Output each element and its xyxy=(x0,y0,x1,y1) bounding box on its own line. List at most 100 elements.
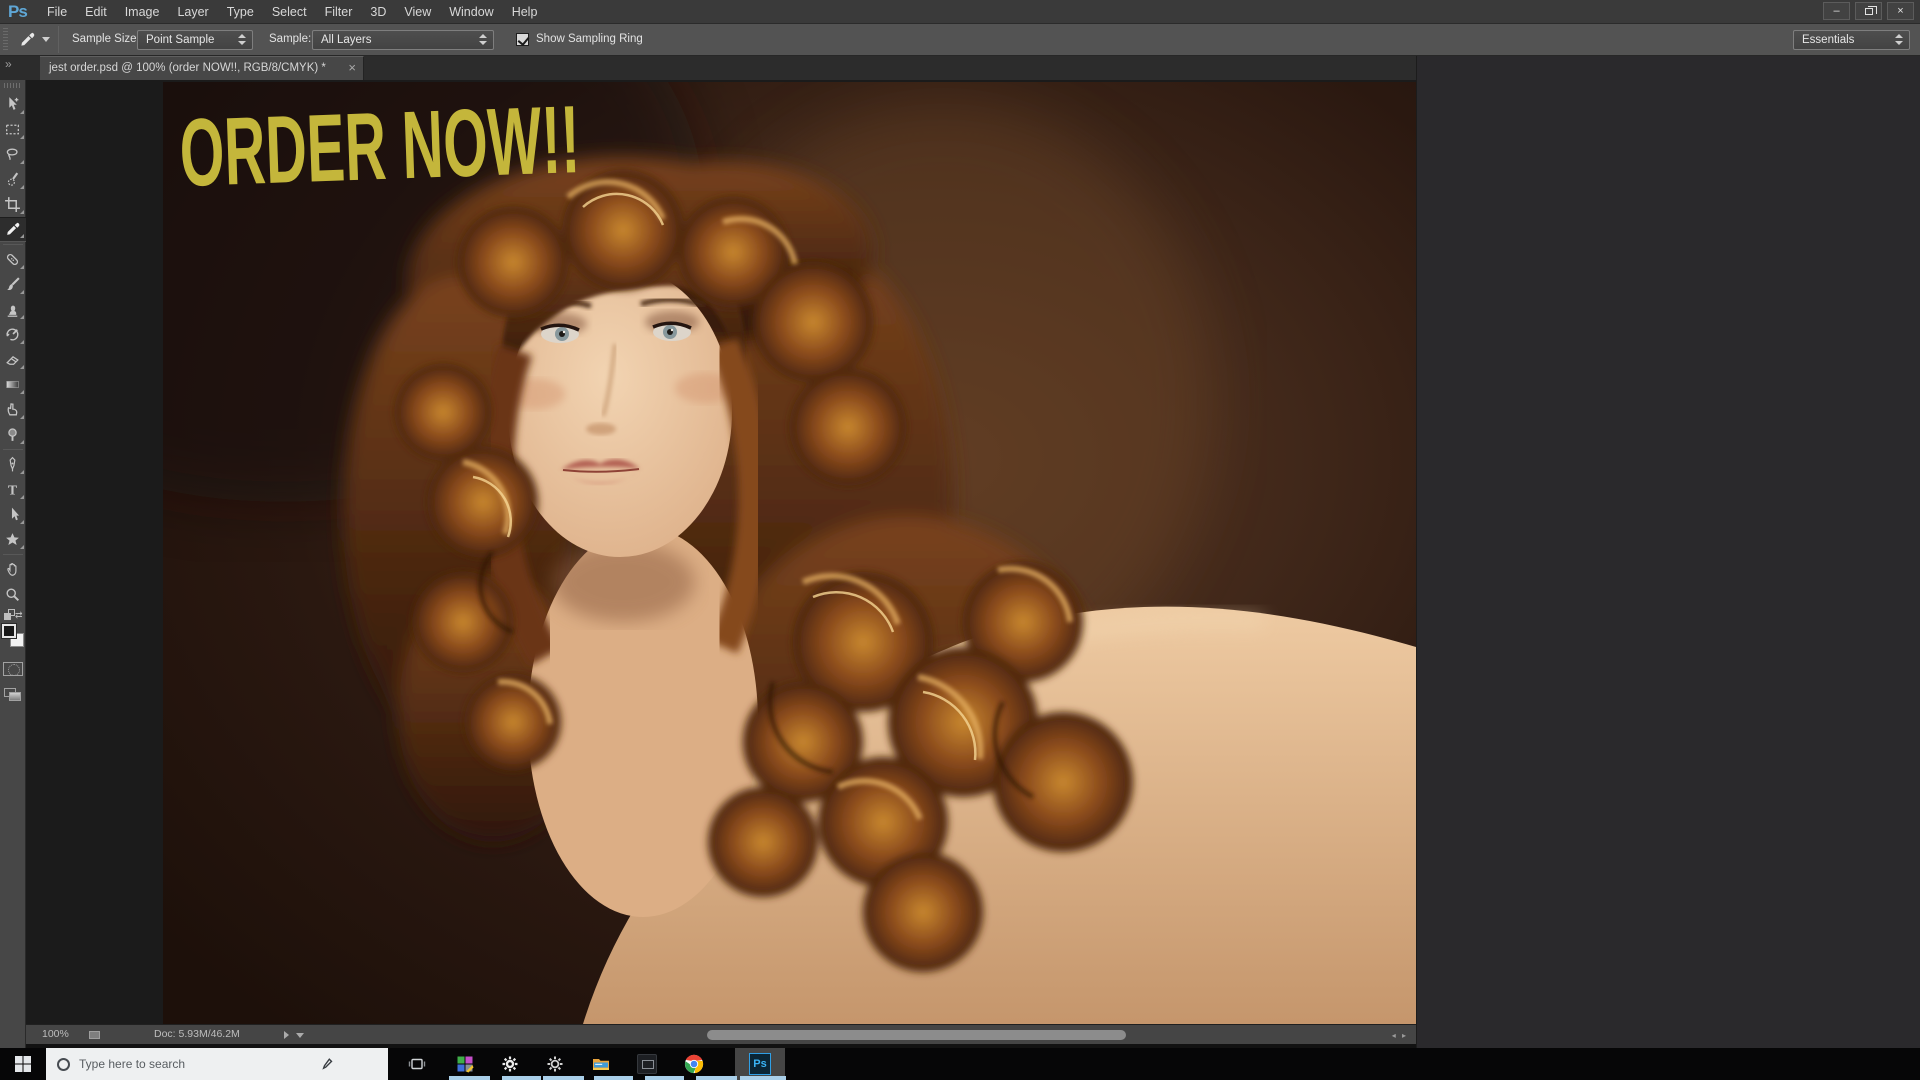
sample-size-value: Point Sample xyxy=(146,31,214,49)
tool-brush[interactable] xyxy=(0,272,26,297)
file-explorer-icon xyxy=(591,1055,611,1073)
tool-eraser[interactable] xyxy=(0,347,26,372)
eyedropper-tool-icon[interactable] xyxy=(14,28,40,52)
chrome-icon xyxy=(684,1054,704,1074)
tool-custom-shape[interactable] xyxy=(0,527,26,552)
zoom-level-field[interactable]: 100% xyxy=(42,1025,69,1044)
toolbar-grip[interactable] xyxy=(4,83,22,88)
tool-path-selection[interactable] xyxy=(0,502,26,527)
photoshop-taskbar-icon: Ps xyxy=(749,1053,771,1075)
portrait-illustration: ORDER NOW!! xyxy=(163,82,1416,1024)
start-button[interactable] xyxy=(0,1048,46,1080)
gear-icon xyxy=(501,1055,519,1073)
menu-layer[interactable]: Layer xyxy=(168,0,217,24)
document-sizes: Doc: 5.93M/46.2M xyxy=(154,1025,240,1044)
menu-window[interactable]: Window xyxy=(440,0,502,24)
toolbar-separator xyxy=(3,554,23,555)
foreground-color-swatch[interactable] xyxy=(2,624,16,638)
gear-icon xyxy=(546,1055,564,1073)
color-swatches xyxy=(1,624,25,648)
tool-gradient[interactable] xyxy=(0,372,26,397)
show-sampling-ring-label: Show Sampling Ring xyxy=(536,24,643,55)
menu-type[interactable]: Type xyxy=(218,0,263,24)
document-tab[interactable]: jest order.psd @ 100% (order NOW!!, RGB/… xyxy=(40,56,364,80)
show-sampling-ring-checkbox[interactable] xyxy=(516,33,529,46)
sample-label: Sample: xyxy=(269,24,311,55)
sample-value: All Layers xyxy=(321,31,372,49)
menu-view[interactable]: View xyxy=(395,0,440,24)
document-window: ORDER NOW!! 100% Doc: 5.93M/46.2M ◂ ▸ xyxy=(26,80,1416,1048)
taskbar-search[interactable] xyxy=(46,1048,388,1080)
status-flyout-caret-icon[interactable] xyxy=(296,1033,304,1038)
workspace-value: Essentials xyxy=(1802,31,1854,49)
tool-dodge[interactable] xyxy=(0,422,26,447)
toolbar-separator xyxy=(3,244,23,245)
tool-type[interactable]: T xyxy=(0,477,26,502)
running-indicator xyxy=(543,1076,584,1080)
running-indicator xyxy=(594,1076,633,1080)
tool-quick-selection[interactable] xyxy=(0,167,26,192)
running-indicator xyxy=(696,1076,737,1080)
panel-overflow-icon[interactable]: » xyxy=(5,57,10,71)
tool-spot-healing[interactable] xyxy=(0,247,26,272)
status-flyout-icon[interactable] xyxy=(284,1031,289,1039)
menu-edit[interactable]: Edit xyxy=(76,0,116,24)
windows-logo-icon xyxy=(14,1055,32,1073)
screen-mode-button[interactable] xyxy=(4,688,22,701)
order-now-text: ORDER NOW!! xyxy=(178,86,581,207)
quick-mask-button[interactable] xyxy=(3,662,23,676)
tool-marquee[interactable] xyxy=(0,117,26,142)
screen-mode-front-icon xyxy=(9,692,21,701)
minimize-button[interactable]: – xyxy=(1823,2,1850,20)
tool-hand[interactable] xyxy=(0,557,26,582)
tool-pen[interactable] xyxy=(0,452,26,477)
running-indicator xyxy=(449,1076,490,1080)
menu-filter[interactable]: Filter xyxy=(316,0,362,24)
search-input[interactable] xyxy=(79,1057,319,1071)
options-bar: Sample Size: Point Sample Sample: All La… xyxy=(0,24,1920,56)
restore-icon xyxy=(1865,8,1873,15)
pen-icon xyxy=(321,1057,335,1071)
close-button[interactable]: × xyxy=(1887,2,1914,20)
options-grip[interactable] xyxy=(3,28,8,52)
task-view-icon xyxy=(408,1055,426,1073)
swap-colors-icon[interactable]: ⇄ xyxy=(3,609,23,621)
menu-3d[interactable]: 3D xyxy=(361,0,395,24)
restore-button[interactable] xyxy=(1855,2,1882,20)
menu-image[interactable]: Image xyxy=(116,0,169,24)
separator xyxy=(58,26,59,53)
document-tab-bar: » jest order.psd @ 100% (order NOW!!, RG… xyxy=(0,56,1416,80)
workspace-dropdown[interactable]: Essentials xyxy=(1793,30,1910,50)
menu-select[interactable]: Select xyxy=(263,0,316,24)
running-indicator xyxy=(502,1076,541,1080)
running-indicator xyxy=(740,1076,786,1080)
tool-lasso[interactable] xyxy=(0,142,26,167)
windows-taskbar: Ps xyxy=(0,1048,1920,1080)
menu-file[interactable]: File xyxy=(38,0,76,24)
menu-help[interactable]: Help xyxy=(503,0,547,24)
document-tab-title: jest order.psd @ 100% (order NOW!!, RGB/… xyxy=(49,57,326,80)
tool-preset-dropdown-icon[interactable] xyxy=(42,37,50,42)
tool-zoom[interactable] xyxy=(0,582,26,607)
scrollbar-arrows-icon[interactable]: ◂ ▸ xyxy=(1392,1031,1408,1040)
menu-bar: Ps File Edit Image Layer Type Select Fil… xyxy=(0,0,1920,24)
horizontal-scrollbar[interactable] xyxy=(707,1030,1126,1040)
photoshop-logo: Ps xyxy=(0,2,38,22)
tool-eyedropper[interactable] xyxy=(0,217,26,242)
sample-dropdown[interactable]: All Layers xyxy=(312,30,494,50)
tool-crop[interactable] xyxy=(0,192,26,217)
tool-smudge[interactable] xyxy=(0,397,26,422)
svg-text:T: T xyxy=(8,482,17,497)
task-view-button[interactable] xyxy=(397,1048,437,1080)
tab-close-icon[interactable]: × xyxy=(348,57,356,79)
sample-size-dropdown[interactable]: Point Sample xyxy=(137,30,253,50)
toolbar-separator xyxy=(3,449,23,450)
window-controls: – × xyxy=(1823,2,1914,20)
bg-mini-swatch xyxy=(8,609,15,616)
canvas-image[interactable]: ORDER NOW!! xyxy=(163,82,1416,1024)
sample-size-label: Sample Size: xyxy=(72,24,140,55)
status-mini-icon xyxy=(89,1031,100,1039)
tool-history-brush[interactable] xyxy=(0,322,26,347)
tool-clone-stamp[interactable] xyxy=(0,297,26,322)
tool-move[interactable] xyxy=(0,92,26,117)
